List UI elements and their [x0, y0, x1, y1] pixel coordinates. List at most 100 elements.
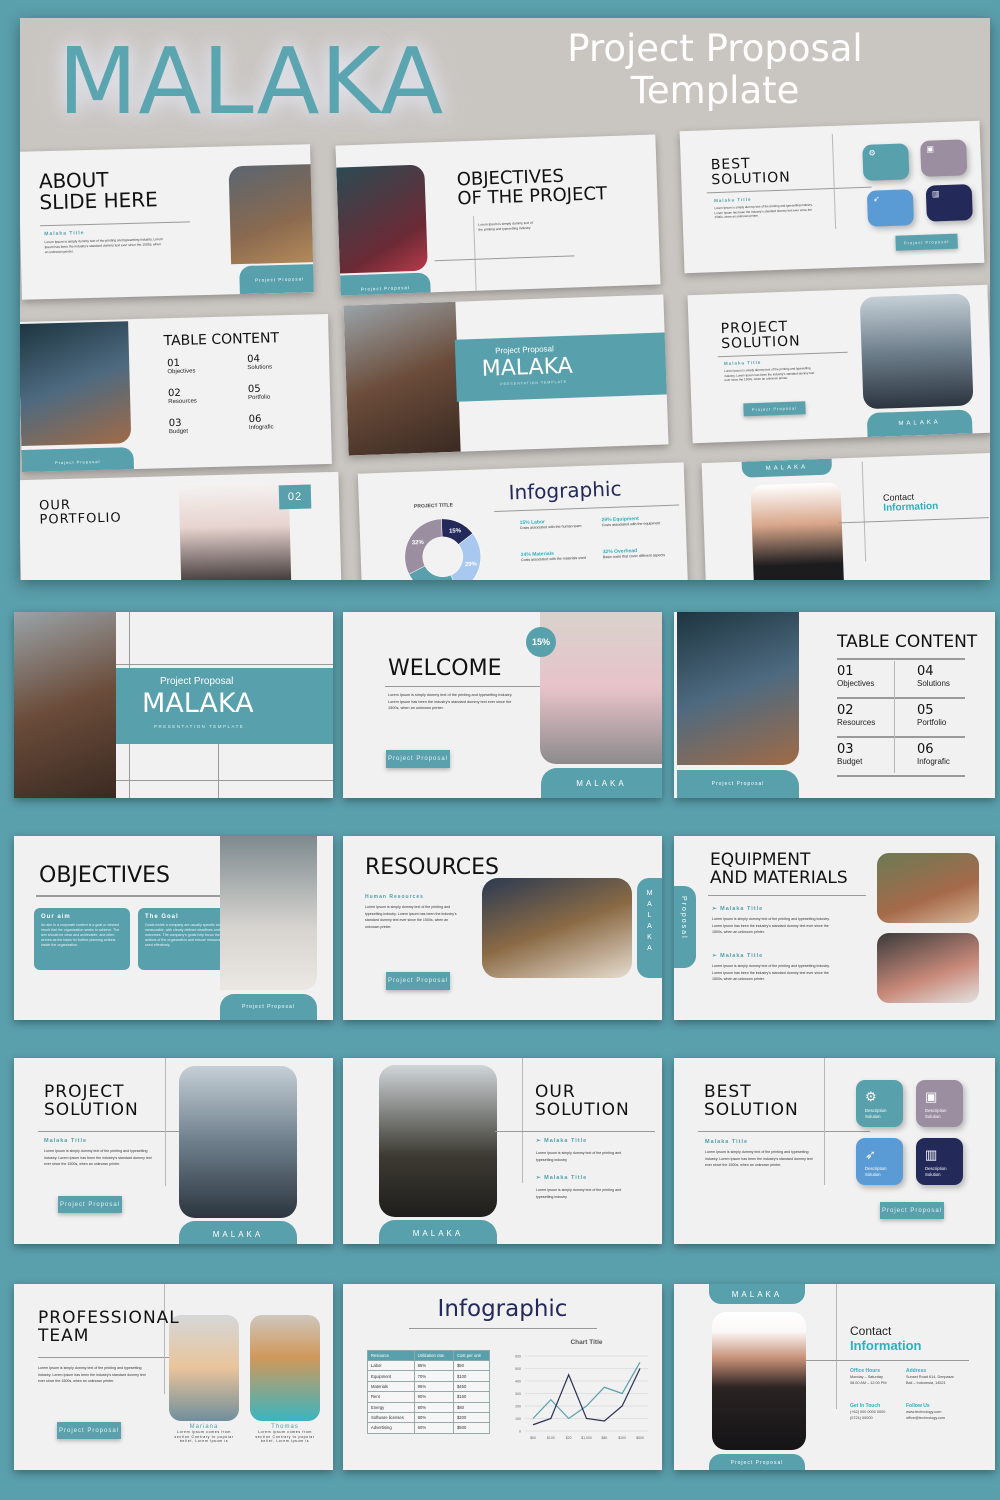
preview-best-button[interactable]: Project Proposal: [895, 233, 958, 251]
slide-objectives[interactable]: OBJECTIVES Our aim An aim in a corporate…: [14, 836, 333, 1020]
team-body: Lorem Ipsum is simply dummy text of the …: [38, 1366, 146, 1383]
objectives-photo: [220, 836, 317, 990]
portrait-photo: [20, 321, 132, 447]
slide-our-solution[interactable]: MALAKA OUR SOLUTION ➢ Malaka Title Lorem…: [343, 1058, 662, 1244]
table-cell: Advertising: [367, 1422, 415, 1434]
toc-item[interactable]: 05 Portfolio: [917, 703, 946, 727]
slide-equipment[interactable]: Proposal EQUIPMENT AND MATERIALS ➢ Malak…: [674, 836, 995, 1020]
table-cell: 60%: [413, 1422, 454, 1434]
series-line-series-2: [532, 1368, 641, 1426]
preview-infographic-title: Infographic: [508, 476, 622, 505]
contact-tab: MALAKA: [709, 1284, 805, 1304]
preview-objectives-slide[interactable]: Project Proposal OBJECTIVES OF THE PROJE…: [335, 134, 661, 296]
rocket-icon: ➶: [872, 194, 880, 204]
slide-team[interactable]: PROFESSIONAL TEAM Lorem Ipsum is simply …: [14, 1284, 333, 1470]
contact-title-1: Contact: [850, 1324, 892, 1338]
team-member-photo: [250, 1315, 320, 1421]
toc-grid: 01 Objectives 02 Resources 03 Budget 04 Solu…: [837, 658, 967, 780]
toc-item[interactable]: 01 Objectives: [837, 664, 874, 688]
table-cell: Materials: [367, 1380, 415, 1393]
portfolio-photo: [178, 481, 292, 580]
divider: [836, 1284, 837, 1409]
clipboard-icon: ▣: [926, 144, 935, 154]
preview-best-subtitle: Malaka Title: [713, 196, 752, 204]
resources-button[interactable]: Project Proposal: [386, 972, 450, 990]
team-button[interactable]: Project Proposal: [57, 1422, 121, 1439]
table-cell: 95%: [413, 1380, 454, 1393]
rocket-icon: ➶: [865, 1147, 876, 1162]
toc-item[interactable]: 06 Infografic: [917, 742, 950, 766]
table-row: Advertising 60% $500: [367, 1422, 491, 1434]
preview-contact-slide[interactable]: MALAKA Contact Information: [701, 452, 990, 580]
preview-toc-grid: 01 Objectives 02 Resources 03 Budget 04 Solu…: [167, 353, 274, 436]
slide-best-solution[interactable]: BEST SOLUTION Malaka Title Lorem Ipsum i…: [674, 1058, 995, 1244]
divider: [495, 1131, 655, 1132]
welcome-title: WELCOME: [388, 656, 502, 681]
slide-contact[interactable]: MALAKA Project Proposal Contact Informat…: [674, 1284, 995, 1470]
our-solution-item-title: ➢ Malaka Title: [536, 1138, 588, 1144]
tile-description: Description Solution: [925, 1108, 947, 1119]
slide-project-solution[interactable]: PROJECT SOLUTION Malaka Title Lorem Ipsu…: [14, 1058, 333, 1244]
equipment-item-title: ➢ Malaka Title: [712, 953, 764, 959]
welcome-button[interactable]: Project Proposal: [386, 750, 450, 768]
table-cell: 80%: [413, 1411, 454, 1424]
donut-annotation: 29% Equipment Costs associated with the e…: [601, 515, 661, 528]
toc-item[interactable]: 03 Budget: [837, 742, 862, 766]
resource-table: Resource Utilization rate Cost per unit La…: [367, 1350, 491, 1434]
preview-cover-slide[interactable]: Project Proposal MALAKA PRESENTATION TEM…: [343, 294, 669, 456]
x-tick-label: $50: [530, 1436, 536, 1440]
our-solution-photo: [379, 1065, 497, 1217]
solution-tile[interactable]: ▣ Description Solution: [916, 1080, 963, 1127]
preview-about-slide[interactable]: ABOUT SLIDE HERE Malaka Title Lorem Ipsu…: [20, 144, 314, 300]
portrait-photo: [750, 482, 845, 580]
preview-about-tab: Project Proposal: [239, 264, 314, 295]
divider: [40, 221, 191, 227]
table-cell: $200: [452, 1411, 491, 1424]
chart-title: Chart Title: [570, 1339, 602, 1346]
solution-tile[interactable]: ▥ Description Solution: [916, 1138, 963, 1185]
contact-title-2: Information: [850, 1338, 922, 1353]
preview-table-content-slide[interactable]: Project Proposal TABLE CONTENT 01 Objecti…: [20, 313, 332, 473]
slide-cover[interactable]: Project Proposal MALAKA PRESENTATION TEM…: [14, 612, 333, 798]
equipment-item-body: Lorem Ipsum is simply dummy text of the …: [712, 964, 830, 981]
toc-item[interactable]: 02 Resources: [837, 703, 875, 727]
solution-tile[interactable]: ⚙ Description Solution: [856, 1080, 903, 1127]
welcome-tab: MALAKA: [541, 768, 662, 798]
table-cell: $80: [452, 1401, 491, 1413]
bar-chart-icon: ▥: [925, 1147, 938, 1162]
table-header-row: Resource Utilization rate Cost per unit: [367, 1350, 491, 1361]
table-header-cell: Cost per unit: [452, 1350, 491, 1361]
slide-table-content[interactable]: Project Proposal TABLE CONTENT 01 Objecti…: [674, 612, 995, 798]
divider: [494, 504, 680, 512]
preview-toc-title: TABLE CONTENT: [163, 330, 280, 350]
tile-description: Description Solution: [865, 1166, 887, 1177]
divider: [861, 461, 867, 562]
best-button[interactable]: Project Proposal: [880, 1202, 944, 1219]
preview-portfolio-slide[interactable]: OUR PORTFOLIO 02: [20, 471, 342, 580]
preview-ps-title-2: SOLUTION: [720, 333, 801, 352]
cover-title-band: Project Proposal MALAKA PRESENTATION TEM…: [116, 668, 333, 744]
table-cell: $500: [452, 1422, 491, 1434]
divider: [385, 686, 545, 687]
slide-infographic[interactable]: Infographic Resource Utilization rate Cost…: [343, 1284, 662, 1470]
preview-infographic-slide[interactable]: Infographic PROJECT TITLE 15% 29% 24% 32% 1…: [357, 462, 689, 580]
team-member-card: Mariana Lorem Ipsum comes from section C…: [174, 1424, 234, 1444]
donut-chart-title: PROJECT TITLE: [413, 502, 454, 510]
table-cell: $150: [452, 1391, 491, 1403]
solution-tile[interactable]: ➶ Description Solution: [856, 1138, 903, 1185]
cover-tagline: PRESENTATION TEMPLATE: [154, 724, 245, 729]
preview-project-solution-slide[interactable]: PROJECT SOLUTION Malaka Title Lorem Ipsu…: [687, 284, 990, 444]
preview-about-body: Lorem Ipsum is simply dummy text of the …: [44, 237, 163, 255]
preview-contact-title-2: Information: [883, 500, 939, 514]
slide-resources[interactable]: RESOURCES Human Resources Lorem Ipsum is…: [343, 836, 662, 1020]
toc-item[interactable]: 04 Solutions: [917, 664, 950, 688]
divider: [165, 1058, 166, 1186]
series-line-series-1: [532, 1361, 641, 1420]
preview-portfolio-title-2: PORTFOLIO: [39, 510, 122, 528]
ps-button[interactable]: Project Proposal: [58, 1196, 122, 1213]
preview-best-solution-slide[interactable]: BEST SOLUTION Malaka Title Lorem Ipsum i…: [679, 120, 985, 274]
our-solution-tab: MALAKA: [379, 1220, 497, 1244]
preview-ps-button[interactable]: Project Proposal: [743, 401, 806, 417]
best-title-2: SOLUTION: [704, 1099, 799, 1120]
slide-welcome[interactable]: WELCOME Lorem Ipsum is simply dummy text…: [343, 612, 662, 798]
